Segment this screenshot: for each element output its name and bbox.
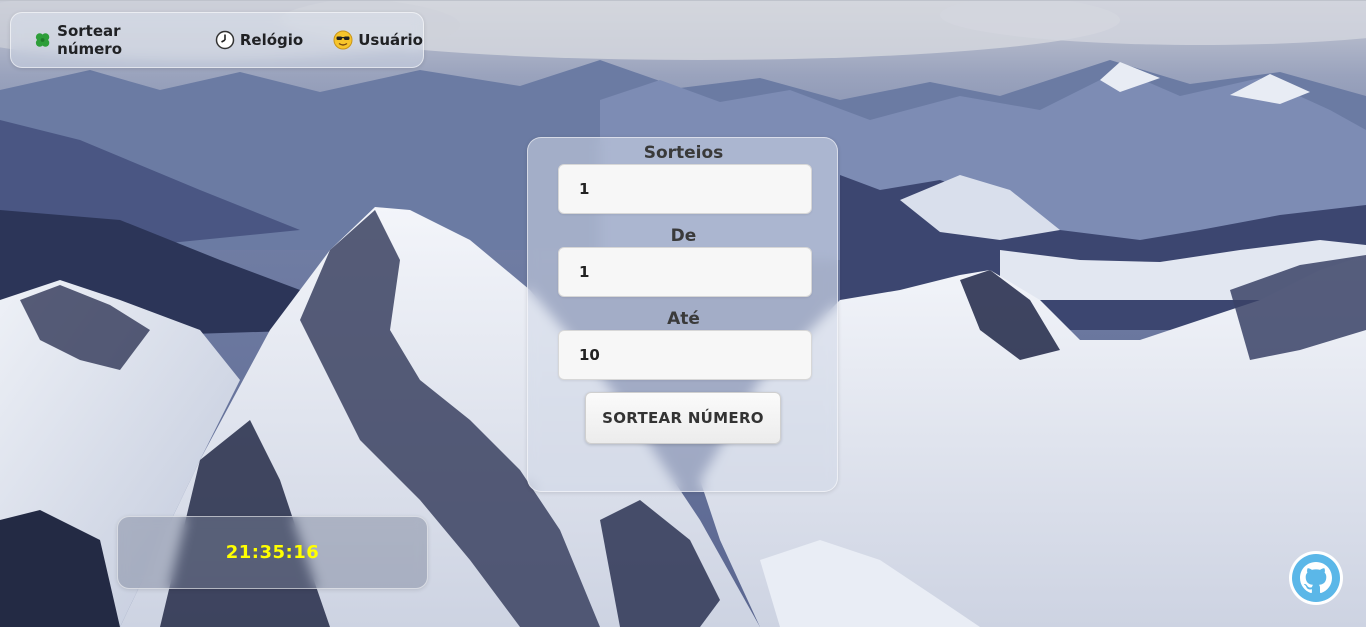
ate-label: Até [667, 309, 700, 329]
github-icon[interactable] [1288, 550, 1344, 606]
nav-item-label: Usuário [358, 31, 423, 49]
clock-icon [215, 30, 235, 50]
clock-time: 21:35:16 [225, 542, 320, 563]
draw-number-button[interactable]: SORTEAR NÚMERO [585, 392, 781, 444]
nav-item-label: Sortear número [57, 22, 123, 58]
nav-item-relogio[interactable]: Relógio [215, 30, 303, 50]
nav-item-sortear-numero[interactable]: Sortear número [33, 22, 185, 58]
ate-input[interactable] [558, 330, 812, 380]
cool-face-icon [333, 30, 353, 50]
nav-item-usuario[interactable]: Usuário [333, 30, 423, 50]
top-border [0, 0, 1366, 1]
de-label: De [670, 226, 697, 246]
clover-icon [35, 33, 50, 47]
sorteios-label: Sorteios [643, 143, 724, 163]
nav-item-label: Relógio [239, 31, 304, 49]
draw-form-panel: Sorteios De Até SORTEAR NÚMERO [527, 137, 838, 492]
de-input[interactable] [558, 247, 812, 297]
sorteios-input[interactable] [558, 164, 812, 214]
clock-panel: 21:35:16 [117, 516, 428, 589]
top-nav: Sortear número Relógio Usuário [10, 12, 424, 68]
